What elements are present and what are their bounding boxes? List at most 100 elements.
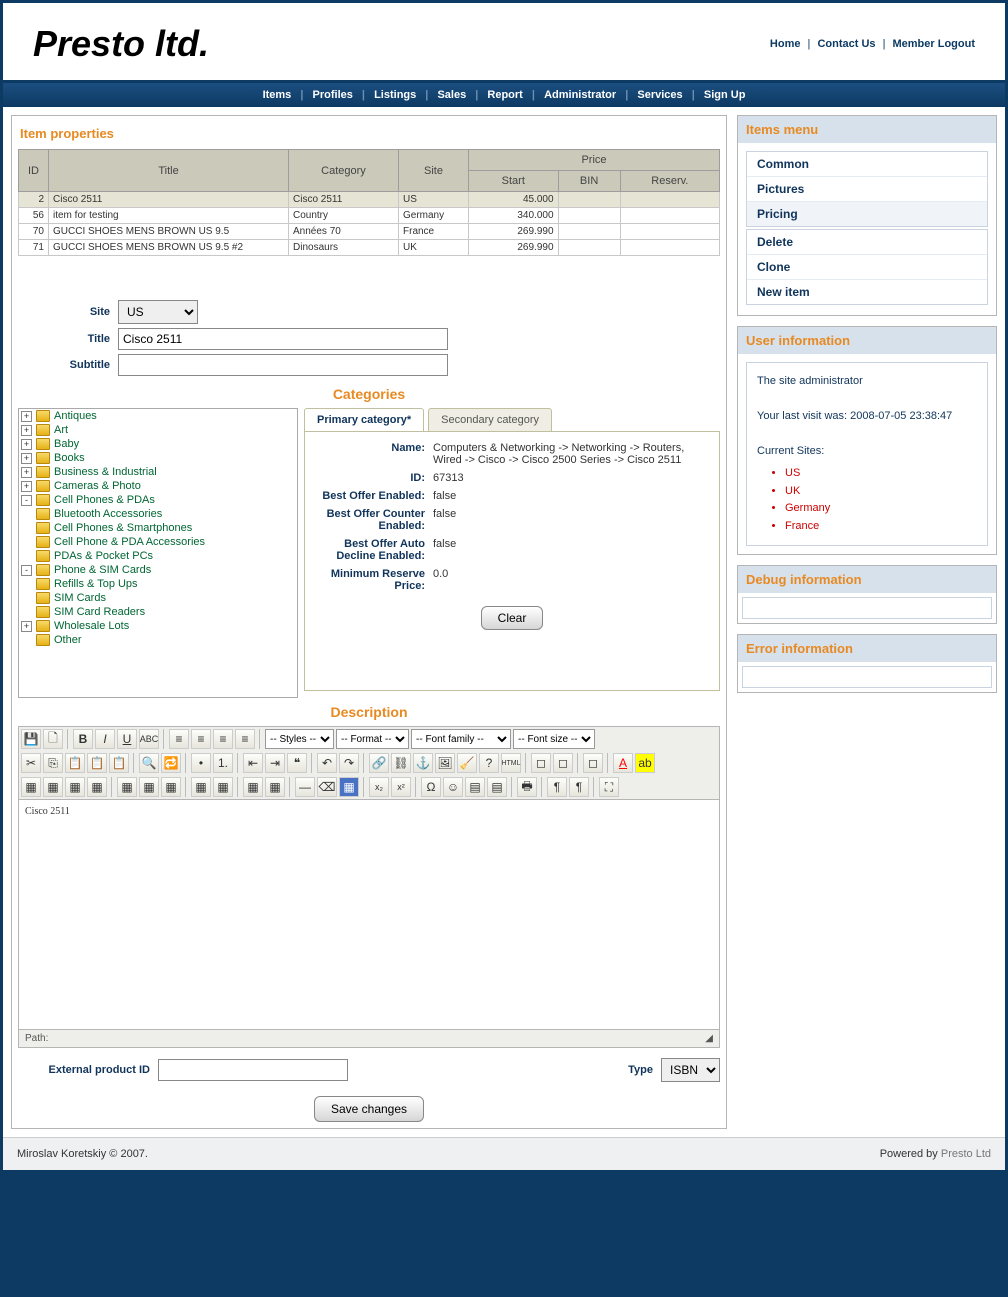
new-doc-icon[interactable]: 🗋 <box>43 729 63 749</box>
align-left-icon[interactable]: ≡ <box>169 729 189 749</box>
fontsize-select[interactable]: -- Font size -- <box>513 729 595 749</box>
expand-icon[interactable]: + <box>21 425 32 436</box>
nav-items[interactable]: Items <box>257 89 298 101</box>
image-icon[interactable]: 🖼 <box>435 753 455 773</box>
toggle-guidelines-icon[interactable]: ▦ <box>339 777 359 797</box>
menu-new-item[interactable]: New item <box>747 280 987 304</box>
expand-icon[interactable]: + <box>21 621 32 632</box>
align-right-icon[interactable]: ≡ <box>213 729 233 749</box>
expand-icon[interactable]: + <box>21 411 32 422</box>
rtl-icon[interactable]: ¶ <box>569 777 589 797</box>
italic-icon[interactable]: I <box>95 729 115 749</box>
superscript-icon[interactable]: x² <box>391 777 411 797</box>
col-reserv[interactable]: Reserv. <box>620 171 719 192</box>
tree-node[interactable]: +Baby <box>19 437 297 451</box>
table-icon[interactable]: ▦ <box>21 777 41 797</box>
subtitle-input[interactable] <box>118 354 448 376</box>
tree-node[interactable]: +Business & Industrial <box>19 465 297 479</box>
site-select[interactable]: US <box>118 300 198 324</box>
table-row[interactable]: 2 Cisco 2511 Cisco 2511 US 45.000 <box>19 192 720 208</box>
media-icon[interactable]: ▤ <box>465 777 485 797</box>
print-icon[interactable]: 🖶 <box>517 777 537 797</box>
tree-node[interactable]: Cell Phone & PDA Accessories <box>19 535 297 549</box>
anchor-icon[interactable]: ⚓ <box>413 753 433 773</box>
nav-profiles[interactable]: Profiles <box>307 89 359 101</box>
tool-icon[interactable]: ◻ <box>583 753 603 773</box>
col-bin[interactable]: BIN <box>558 171 620 192</box>
menu-pictures[interactable]: Pictures <box>747 177 987 202</box>
col-category[interactable]: Category <box>289 150 399 192</box>
hr-icon[interactable]: — <box>295 777 315 797</box>
html-icon[interactable]: HTML <box>501 753 521 773</box>
col-id[interactable]: ID <box>19 150 49 192</box>
indent-icon[interactable]: ⇥ <box>265 753 285 773</box>
clear-button[interactable]: Clear <box>481 606 544 630</box>
format-select[interactable]: -- Format -- <box>336 729 409 749</box>
unlink-icon[interactable]: ⛓ <box>391 753 411 773</box>
undo-icon[interactable]: ↶ <box>317 753 337 773</box>
nav-sales[interactable]: Sales <box>431 89 472 101</box>
table-row-before-icon[interactable]: ▦ <box>43 777 63 797</box>
expand-icon[interactable]: + <box>21 453 32 464</box>
bullet-list-icon[interactable]: • <box>191 753 211 773</box>
outdent-icon[interactable]: ⇤ <box>243 753 263 773</box>
remove-format-icon[interactable]: ⌫ <box>317 777 337 797</box>
subscript-icon[interactable]: x₂ <box>369 777 389 797</box>
table-row[interactable]: 70 GUCCI SHOES MENS BROWN US 9.5 Années … <box>19 224 720 240</box>
home-link[interactable]: Home <box>770 38 801 50</box>
contact-link[interactable]: Contact Us <box>817 38 875 50</box>
save-icon[interactable]: 💾 <box>21 729 41 749</box>
nav-administrator[interactable]: Administrator <box>538 89 622 101</box>
nav-listings[interactable]: Listings <box>368 89 422 101</box>
paste-icon[interactable]: 📋 <box>65 753 85 773</box>
help-icon[interactable]: ? <box>479 753 499 773</box>
table-props-icon[interactable]: ▦ <box>243 777 263 797</box>
expand-icon[interactable]: + <box>21 439 32 450</box>
underline-icon[interactable]: U <box>117 729 137 749</box>
tree-node[interactable]: +Antiques <box>19 409 297 423</box>
expand-icon[interactable]: + <box>21 467 32 478</box>
align-center-icon[interactable]: ≡ <box>191 729 211 749</box>
tree-node[interactable]: Other <box>19 633 297 647</box>
ltr-icon[interactable]: ¶ <box>547 777 567 797</box>
nav-signup[interactable]: Sign Up <box>698 89 752 101</box>
collapse-icon[interactable]: - <box>21 565 32 576</box>
logout-link[interactable]: Member Logout <box>893 38 976 50</box>
menu-pricing[interactable]: Pricing <box>747 202 987 226</box>
tree-node[interactable]: -Cell Phones & PDAs <box>19 493 297 507</box>
backcolor-icon[interactable]: ab <box>635 753 655 773</box>
cut-icon[interactable]: ✂ <box>21 753 41 773</box>
menu-delete[interactable]: Delete <box>747 230 987 255</box>
tool-icon[interactable]: ◻ <box>531 753 551 773</box>
table-cell-props-icon[interactable]: ▦ <box>265 777 285 797</box>
strike-icon[interactable]: ABC <box>139 729 159 749</box>
col-title[interactable]: Title <box>49 150 289 192</box>
tab-primary-category[interactable]: Primary category* <box>304 408 424 431</box>
collapse-icon[interactable]: - <box>21 495 32 506</box>
forecolor-icon[interactable]: A <box>613 753 633 773</box>
fullscreen-icon[interactable]: ⛶ <box>599 777 619 797</box>
nav-report[interactable]: Report <box>481 89 528 101</box>
number-list-icon[interactable]: 1. <box>213 753 233 773</box>
emoticon-icon[interactable]: ☺ <box>443 777 463 797</box>
table-col-before-icon[interactable]: ▦ <box>117 777 137 797</box>
link-icon[interactable]: 🔗 <box>369 753 389 773</box>
external-id-input[interactable] <box>158 1059 348 1081</box>
editor-body[interactable]: Cisco 2511 <box>18 800 720 1030</box>
title-input[interactable] <box>118 328 448 350</box>
nav-services[interactable]: Services <box>631 89 688 101</box>
menu-common[interactable]: Common <box>747 152 987 177</box>
table-split-icon[interactable]: ▦ <box>191 777 211 797</box>
tree-node[interactable]: +Wholesale Lots <box>19 619 297 633</box>
fontfamily-select[interactable]: -- Font family -- <box>411 729 511 749</box>
replace-icon[interactable]: 🔁 <box>161 753 181 773</box>
table-merge-icon[interactable]: ▦ <box>213 777 233 797</box>
tool-icon[interactable]: ◻ <box>553 753 573 773</box>
tree-node[interactable]: -Phone & SIM Cards <box>19 563 297 577</box>
tree-node[interactable]: SIM Cards <box>19 591 297 605</box>
redo-icon[interactable]: ↷ <box>339 753 359 773</box>
paste-word-icon[interactable]: 📋 <box>109 753 129 773</box>
table-row[interactable]: 56 item for testing Country Germany 340.… <box>19 208 720 224</box>
tree-node[interactable]: +Books <box>19 451 297 465</box>
table-row[interactable]: 71 GUCCI SHOES MENS BROWN US 9.5 #2 Dino… <box>19 240 720 256</box>
